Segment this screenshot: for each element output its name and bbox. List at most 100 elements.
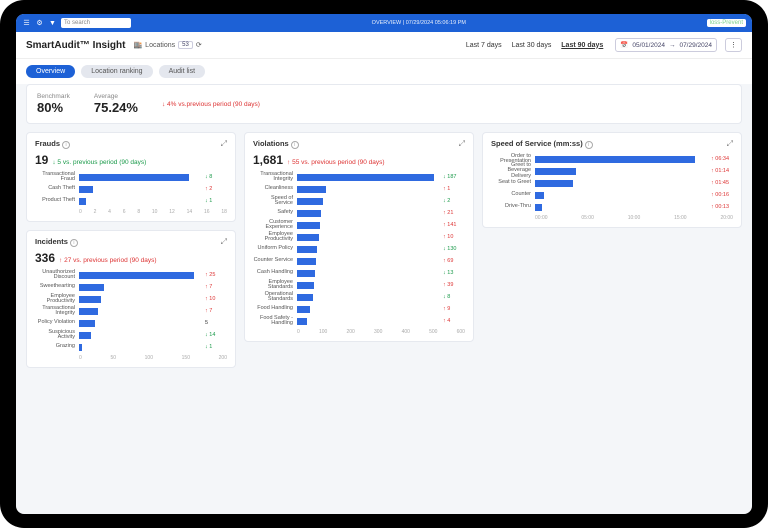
range-30[interactable]: Last 30 days: [512, 42, 552, 49]
violations-total: 1,681: [253, 153, 283, 167]
row-label: Unauthorized Discount: [35, 270, 77, 281]
row-delta: ↑ 25: [205, 272, 227, 278]
bar-fill: [297, 270, 315, 277]
row-delta: ↑ 10: [443, 234, 465, 240]
bar-track: [297, 234, 441, 241]
row-label: Sweethearting: [35, 284, 77, 290]
sos-rows: Order to Presentation ↑ 06:34 Greet to B…: [491, 153, 733, 213]
arrow-right-icon: →: [669, 42, 676, 49]
row-label: Safety: [253, 210, 295, 216]
bar-track: [79, 174, 203, 181]
tab-audit-list[interactable]: Audit list: [159, 65, 205, 78]
row-label: Counter Service: [253, 258, 295, 264]
row-label: Policy Violation: [35, 320, 77, 326]
app-screen: ☰ ⚙ ▼ To search OVERVIEW | 07/29/2024 05…: [16, 14, 752, 514]
menu-icon[interactable]: ☰: [22, 19, 31, 28]
bar-fill: [297, 198, 323, 205]
row-delta: ↑ 01:14: [711, 168, 733, 174]
frauds-delta: ↓ 5 vs. previous period (90 days): [52, 159, 146, 166]
gear-icon[interactable]: ⚙: [35, 19, 44, 28]
bar-fill: [297, 318, 307, 325]
content-area: Benchmark 80% Average 75.24% ↓ 4% vs.pre…: [16, 84, 752, 514]
bar-track: [297, 246, 441, 253]
row-delta: ↓ 8: [443, 294, 465, 300]
bar-track: [297, 174, 441, 181]
bar-fill: [297, 282, 314, 289]
axis-tick: 10: [152, 209, 158, 215]
bar-fill: [535, 204, 542, 211]
bar-fill: [535, 168, 576, 175]
chart-row: Operational Standards ↓ 8: [253, 291, 465, 303]
chart-row: Food Handling ↑ 9: [253, 303, 465, 315]
bar-track: [535, 168, 709, 175]
axis-tick: 12: [169, 209, 175, 215]
row-delta: ↓ 187: [443, 174, 465, 180]
more-menu[interactable]: ⋮: [725, 38, 742, 52]
row-delta: ↑ 69: [443, 258, 465, 264]
bar-track: [79, 296, 203, 303]
row-label: Employee Productivity: [253, 232, 295, 243]
row-delta: ↓ 14: [205, 332, 227, 338]
chart-row: Cash Theft ↑ 2: [35, 183, 227, 195]
bar-fill: [535, 156, 695, 163]
incidents-delta: ↑ 27 vs. previous period (90 days): [59, 257, 157, 264]
locations-label: Locations: [145, 42, 175, 49]
axis-tick: 100: [145, 355, 153, 361]
bar-track: [79, 284, 203, 291]
tabs: Overview Location ranking Audit list: [16, 59, 752, 84]
bar-track: [297, 294, 441, 301]
incidents-rows: Unauthorized Discount ↑ 25 Sweethearting…: [35, 269, 227, 353]
bar-fill: [79, 344, 82, 351]
average-value: 75.24%: [94, 100, 138, 115]
store-icon: 🏬: [133, 41, 142, 49]
axis-tick: 50: [110, 355, 116, 361]
tab-location-ranking[interactable]: Location ranking: [81, 65, 152, 78]
expand-icon[interactable]: ⤢: [459, 139, 465, 149]
bar-fill: [79, 320, 95, 327]
row-delta: ↓ 130: [443, 246, 465, 252]
range-90[interactable]: Last 90 days: [561, 42, 603, 49]
violations-card: Violationsi⤢1,681↑ 55 vs. previous perio…: [244, 132, 474, 342]
info-icon[interactable]: i: [585, 141, 593, 149]
x-axis: 00:0005:0010:0015:0020:00: [491, 215, 733, 221]
chart-row: Speed of Service ↓ 2: [253, 195, 465, 207]
refresh-icon[interactable]: ⟳: [196, 41, 202, 49]
info-icon[interactable]: i: [70, 239, 78, 247]
chart-row: Employee Productivity ↑ 10: [35, 293, 227, 305]
bar-track: [79, 320, 203, 327]
frauds-total: 19: [35, 153, 48, 167]
row-label: Seat to Greet: [491, 180, 533, 186]
expand-icon[interactable]: ⤢: [221, 237, 227, 247]
search-input[interactable]: To search: [61, 18, 131, 28]
row-delta: ↓ 1: [205, 344, 227, 350]
row-label: Food Handling: [253, 306, 295, 312]
benchmark-value: 80%: [37, 100, 70, 115]
row-delta: ↑ 00:13: [711, 204, 733, 210]
row-delta: ↓ 2: [443, 198, 465, 204]
benchmark-label: Benchmark: [37, 93, 70, 100]
sos-title: Speed of Service (mm:ss): [491, 139, 583, 148]
row-label: Cash Theft: [35, 186, 77, 192]
benchmark-delta: ↓ 4% vs.previous period (90 days): [162, 101, 260, 108]
bar-fill: [297, 306, 310, 313]
range-7[interactable]: Last 7 days: [466, 42, 502, 49]
chart-row: Product Theft ↓ 1: [35, 195, 227, 207]
chart-row: Food Safety - Handling ↑ 4: [253, 315, 465, 327]
bar-fill: [297, 234, 319, 241]
expand-icon[interactable]: ⤢: [727, 139, 733, 149]
chart-row: Employee Standards ↑ 39: [253, 279, 465, 291]
date-range-picker[interactable]: 📅 05/01/2024 → 07/29/2024: [615, 38, 717, 52]
chart-row: Unauthorized Discount ↑ 25: [35, 269, 227, 281]
chart-row: Suspicious Activity ↓ 14: [35, 329, 227, 341]
incidents-title: Incidents: [35, 237, 68, 246]
tab-overview[interactable]: Overview: [26, 65, 75, 78]
bar-fill: [79, 186, 93, 193]
info-icon[interactable]: i: [291, 141, 299, 149]
expand-icon[interactable]: ⤢: [221, 139, 227, 149]
info-icon[interactable]: i: [62, 141, 70, 149]
axis-tick: 0: [79, 355, 82, 361]
bar-track: [297, 306, 441, 313]
filter-icon[interactable]: ▼: [48, 19, 57, 28]
row-delta: ↑ 141: [443, 222, 465, 228]
locations-selector[interactable]: 🏬 Locations 53 ⟳: [133, 41, 201, 49]
